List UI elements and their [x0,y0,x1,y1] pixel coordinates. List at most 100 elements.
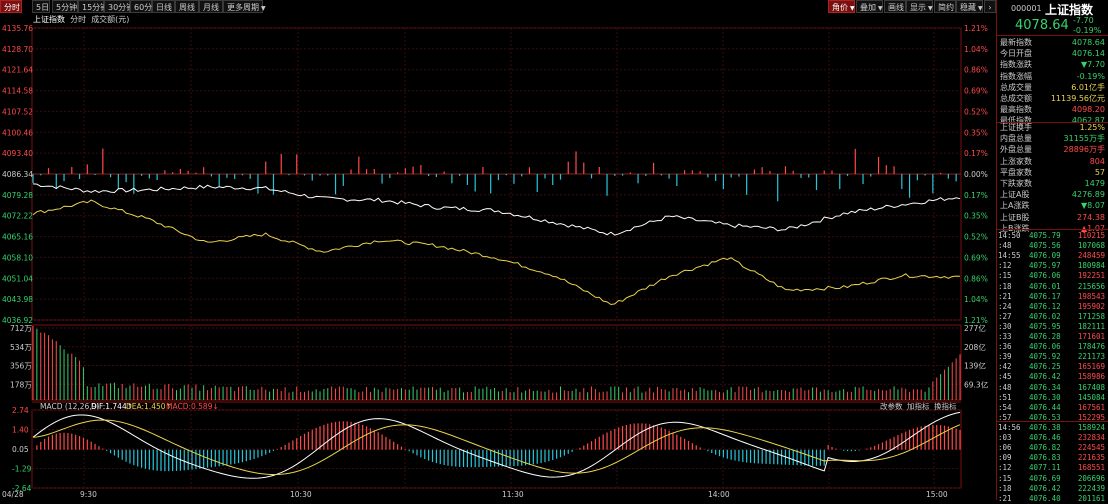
tick-volume: 158924 [1077,423,1105,432]
tick-row[interactable]: :48 4075.56 107068 [998,241,1107,251]
tick-time: :18 [998,483,1012,493]
tick-volume: 232834 [1077,433,1105,443]
tick-time: :48 [998,241,1012,251]
price-tick-label: 4043.98 [2,295,33,304]
amount-tick-label: 208亿 [964,342,986,352]
tick-price: 4076.30 [1029,392,1061,402]
stat-label: 上证A股 [1000,190,1030,200]
tick-time: :33 [998,332,1012,341]
tick-row[interactable]: :39 4075.92 221173 [998,352,1107,362]
pct-tick-label: 1.21% [964,24,988,33]
tick-time: 14:50 [998,231,1021,240]
tick-row[interactable]: :12 4075.97 180984 [998,261,1107,271]
stat-value: 274.38 [1077,212,1105,222]
pct-tick-label: 1.04% [964,45,988,54]
tick-row[interactable]: 14:50 4075.79 110215 [998,231,1107,241]
tick-time: :09 [998,453,1012,463]
tick-row[interactable]: :54 4076.44 167561 [998,403,1107,413]
tick-time: :03 [998,433,1012,443]
stat-label: 总成交量 [1000,82,1032,92]
tick-row[interactable]: :45 4076.42 158986 [998,372,1107,382]
tick-row[interactable]: :21 4076.40 201161 [998,494,1107,504]
tick-row[interactable]: :15 4076.06 192251 [998,271,1107,281]
tick-row[interactable]: :27 4076.02 171258 [998,312,1107,322]
pct-tick-label: 1.04% [964,295,988,304]
stat-row: 上证A股 4276.89 [1000,189,1107,200]
tick-price: 4076.06 [1029,271,1061,281]
tick-row[interactable]: :24 4076.12 195902 [998,302,1107,312]
price-tick-label: 4065.16 [2,233,33,242]
tick-volume: 165169 [1077,362,1105,372]
tick-row[interactable]: :36 4076.06 178476 [998,342,1107,352]
price-tick-label: 4058.10 [2,253,33,262]
tick-row[interactable]: :51 4076.30 145084 [998,393,1107,403]
tick-time: :21 [998,493,1012,503]
stat-label: 内盘总量 [1000,134,1032,144]
tick-price: 4075.97 [1029,261,1061,271]
tick-time: :45 [998,372,1012,382]
stat-label: 最新指数 [1000,38,1032,47]
tick-row[interactable]: :06 4076.82 224545 [998,443,1107,453]
stat-label: 最高指数 [1000,105,1032,115]
tick-row[interactable]: :18 4076.01 215656 [998,282,1107,292]
stat-row: 指数涨跌 ▼7.70 [1000,59,1107,70]
tick-price: 4076.02 [1029,311,1061,321]
stat-row: 上证B股 274.38 [1000,212,1107,223]
tick-price: 4076.34 [1029,382,1061,392]
stat-value: 4076.14 [1071,49,1105,59]
stat-label: 平盘家数 [1000,167,1032,177]
tick-row[interactable]: :48 4076.34 167408 [998,383,1107,393]
tick-volume: 171258 [1077,311,1105,321]
tick-row[interactable]: :03 4076.46 232834 [998,433,1107,443]
tick-row[interactable]: :21 4076.17 198543 [998,292,1107,302]
pct-tick-label: 0.17% [964,149,988,158]
volume-tick-label: 712万 [10,324,32,333]
tick-time: :48 [998,382,1012,392]
volume-tick-label: 178万 [10,380,32,389]
tick-row[interactable]: :15 4076.69 206696 [998,474,1107,484]
stat-row: 今日开盘 4076.14 [1000,48,1107,59]
tick-volume: 145084 [1077,392,1105,402]
tick-volume: 248459 [1077,251,1105,261]
stat-label: 指数涨幅 [1000,71,1032,81]
stat-row: 指数涨幅 -0.19% [1000,71,1107,82]
tick-volume: 178476 [1077,342,1105,352]
time-tick-label: 11:30 [502,490,524,499]
tick-row[interactable]: :18 4076.42 222439 [998,484,1107,494]
tick-volume: 167561 [1077,402,1105,412]
stat-row: 下跌家数 1479 [1000,178,1107,189]
stat-label: 上证B股 [1000,212,1030,222]
stat-label: 指数涨跌 [1000,60,1032,70]
tick-row[interactable]: :12 4077.11 168551 [998,463,1107,473]
stat-value: 1479 [1084,179,1105,188]
tick-time: :06 [998,443,1012,453]
tick-price: 4076.12 [1029,301,1061,311]
tick-row[interactable]: :30 4075.95 182111 [998,322,1107,332]
stat-value: -0.19% [1076,71,1105,81]
tick-price: 4076.46 [1029,433,1061,443]
tick-volume: 201161 [1077,493,1105,503]
macd-tick-label: 1.40 [12,426,29,435]
intraday-chart[interactable]: 4135.76 1.21% 4128.70 1.04% 4121.64 0.86% 4114… [0,0,996,500]
tick-row[interactable]: 14:55 4076.09 248459 [998,251,1107,261]
pct-tick-label: 0.86% [964,66,988,75]
tick-time: :15 [998,271,1012,281]
tick-volume: 182111 [1077,321,1105,331]
tick-price: 4076.06 [1029,342,1061,352]
tick-row[interactable]: 14:56 4076.38 158924 [998,423,1107,433]
tick-volume: 221635 [1077,453,1105,463]
price-tick-label: 4114.58 [2,87,33,96]
tick-row[interactable]: :33 4076.28 171601 [998,332,1107,342]
tick-time: :30 [998,321,1012,331]
tick-price: 4076.01 [1029,281,1061,291]
tick-price: 4076.44 [1029,402,1061,412]
stat-row: 上涨家数 804 [1000,156,1107,167]
stat-row: 最新指数 4078.64 [1000,37,1107,48]
tick-price: 4076.42 [1029,372,1061,382]
tick-volume: 222439 [1077,483,1105,493]
tick-row[interactable]: :42 4076.25 165169 [998,362,1107,372]
tick-row[interactable]: :09 4076.83 221635 [998,453,1107,463]
price-tick-label: 4100.46 [2,128,33,137]
tick-price: 4076.28 [1029,332,1061,341]
stat-row: 外盘总量 28896万手 [1000,144,1107,155]
